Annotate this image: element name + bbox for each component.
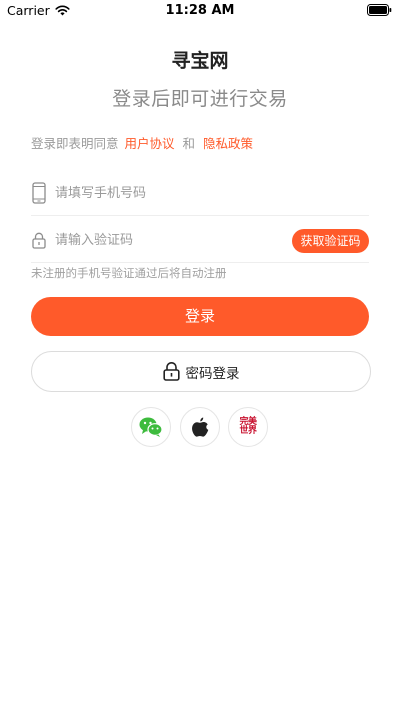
get-verification-code-button[interactable]: 获取验证码	[292, 229, 369, 253]
auto-register-hint: 未注册的手机号验证通过后将自动注册	[31, 266, 227, 280]
wechat-icon	[139, 417, 163, 437]
wechat-login-button[interactable]	[131, 407, 171, 447]
user-agreement-link[interactable]: 用户协议	[125, 136, 175, 151]
lock-icon	[162, 362, 180, 381]
login-screen: Carrier 11:28 AM 寻宝网 登录后即可进行交易 登录即表明同意 用户…	[0, 0, 400, 710]
lock-icon	[31, 217, 47, 263]
apple-icon	[192, 417, 209, 437]
agreement-prefix: 登录即表明同意	[31, 136, 119, 151]
wanmei-shijie-logo-icon: 完美 世界	[239, 417, 257, 436]
password-login-label: 密码登录	[185, 365, 240, 382]
login-button[interactable]: 登录	[31, 297, 369, 336]
app-subtitle: 登录后即可进行交易	[112, 88, 288, 110]
wanmei-shijie-login-button[interactable]: 完美 世界	[228, 407, 268, 447]
status-time: 11:28 AM	[165, 3, 235, 18]
app-title: 寻宝网	[171, 50, 229, 72]
privacy-policy-link[interactable]: 隐私政策	[203, 136, 253, 151]
phone-icon	[31, 170, 47, 216]
password-login-button[interactable]: 密码登录	[31, 351, 371, 392]
agreement-text: 登录即表明同意 用户协议和隐私政策	[31, 133, 253, 152]
phone-field	[31, 170, 369, 216]
status-bar: Carrier 11:28 AM	[0, 0, 400, 22]
apple-login-button[interactable]	[180, 407, 220, 447]
code-field: 获取验证码	[31, 217, 369, 263]
agreement-conjunction: 和	[182, 136, 196, 151]
battery-icon	[367, 4, 392, 16]
phone-input[interactable]	[55, 178, 285, 208]
verification-code-input[interactable]	[55, 225, 285, 255]
